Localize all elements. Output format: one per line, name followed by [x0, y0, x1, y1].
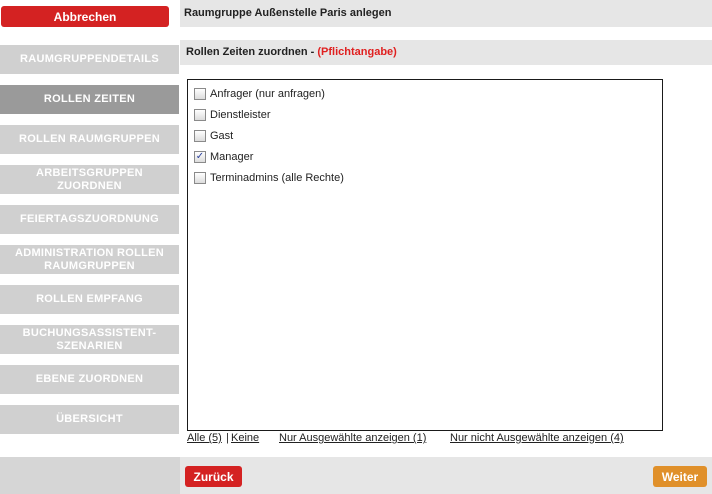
sidebar-item-raumgruppendetails[interactable]: RAUMGRUPPENDETAILS — [0, 45, 179, 74]
checkbox-terminadmins[interactable] — [194, 171, 206, 184]
select-none-link[interactable]: Keine — [231, 432, 259, 444]
role-label: Dienstleister — [210, 108, 271, 121]
section-title: Rollen Zeiten zuordnen - — [186, 46, 318, 58]
sidebar-item-rollen-zeiten[interactable]: ROLLEN ZEITEN — [0, 85, 179, 114]
next-button[interactable]: Weiter — [653, 466, 707, 487]
link-separator: | — [226, 432, 229, 444]
sidebar-footer — [0, 457, 180, 494]
sidebar-item-arbeitsgruppen-zuordnen[interactable]: ARBEITSGRUPPEN ZUORDNEN — [0, 165, 179, 194]
sidebar-item-rollen-empfang[interactable]: ROLLEN EMPFANG — [0, 285, 179, 314]
checkbox-manager[interactable]: ✓ — [194, 150, 206, 163]
section-header: Rollen Zeiten zuordnen - (Pflichtangabe) — [180, 40, 712, 65]
checkbox-anfrager[interactable] — [194, 87, 206, 100]
checkbox-gast[interactable] — [194, 129, 206, 142]
filter-links: Alle (5) | Keine Nur Ausgewählte anzeige… — [187, 432, 687, 445]
role-item-dienstleister[interactable]: Dienstleister — [188, 104, 662, 125]
role-item-manager[interactable]: ✓ Manager — [188, 146, 662, 167]
role-label: Terminadmins (alle Rechte) — [210, 171, 344, 184]
role-item-terminadmins[interactable]: Terminadmins (alle Rechte) — [188, 167, 662, 188]
role-label: Anfrager (nur anfragen) — [210, 87, 325, 100]
sidebar-item-administration-rollen-raumgruppen[interactable]: ADMINISTRATION ROLLEN RAUMGRUPPEN — [0, 245, 179, 274]
role-item-anfrager[interactable]: Anfrager (nur anfragen) — [188, 83, 662, 104]
back-button[interactable]: Zurück — [185, 466, 242, 487]
sidebar-item-buchungsassistent-szenarien[interactable]: BUCHUNGSASSISTENT-SZENARIEN — [0, 325, 179, 354]
sidebar-item-rollen-raumgruppen[interactable]: ROLLEN RAUMGRUPPEN — [0, 125, 179, 154]
role-item-gast[interactable]: Gast — [188, 125, 662, 146]
checkmark-icon: ✓ — [195, 150, 205, 162]
sidebar-item-feiertagszuordnung[interactable]: FEIERTAGSZUORDNUNG — [0, 205, 179, 234]
required-marker: (Pflichtangabe) — [317, 46, 397, 58]
checkbox-dienstleister[interactable] — [194, 108, 206, 121]
roles-list: Anfrager (nur anfragen) Dienstleister Ga… — [187, 79, 663, 431]
page-title: Raumgruppe Außenstelle Paris anlegen — [180, 0, 712, 27]
cancel-button[interactable]: Abbrechen — [1, 6, 169, 27]
role-label: Gast — [210, 129, 234, 142]
show-selected-link[interactable]: Nur Ausgewählte anzeigen (1) — [279, 432, 426, 444]
sidebar: Abbrechen RAUMGRUPPENDETAILS ROLLEN ZEIT… — [0, 0, 180, 494]
select-all-link[interactable]: Alle (5) — [187, 432, 222, 444]
role-label: Manager — [210, 150, 254, 163]
footer-bar: Zurück Weiter — [180, 457, 712, 494]
show-unselected-link[interactable]: Nur nicht Ausgewählte anzeigen (4) — [450, 432, 624, 444]
sidebar-item-ebene-zuordnen[interactable]: EBENE ZUORDNEN — [0, 365, 179, 394]
sidebar-item-uebersicht[interactable]: ÜBERSICHT — [0, 405, 179, 434]
